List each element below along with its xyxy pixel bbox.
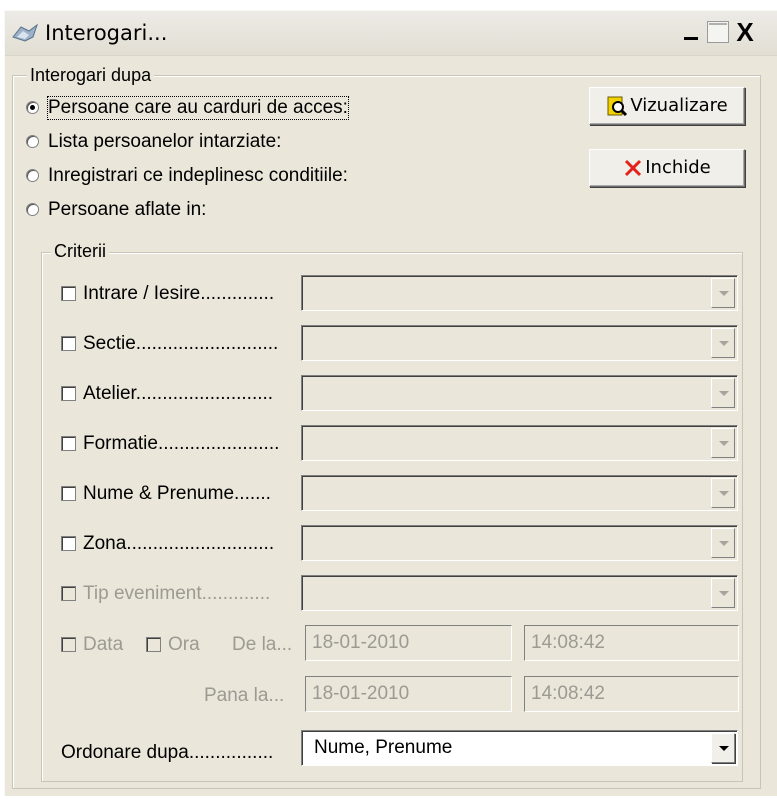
order-by-value: Nume, Prenume [314, 737, 453, 758]
checkbox[interactable] [61, 536, 76, 551]
close-icon [625, 159, 642, 177]
app-icon [12, 23, 38, 42]
checkbox-label: Tip eveniment............. [83, 583, 271, 604]
checkbox-label: Ora [168, 634, 200, 655]
from-time-field: 14:08:42 [524, 625, 739, 661]
preview-icon [607, 96, 628, 117]
checkbox-label: Formatie....................... [83, 433, 280, 454]
to-date-field: 18-01-2010 [305, 676, 512, 712]
minimize-button[interactable] [681, 21, 703, 43]
checkbox[interactable] [61, 336, 76, 351]
chevron-down-icon[interactable] [711, 478, 735, 508]
zone-combo[interactable] [301, 525, 738, 561]
chevron-down-icon[interactable] [711, 278, 735, 308]
to-time-value: 14:08:42 [531, 683, 605, 704]
checkbox-label: Intrare / Iesire.............. [83, 283, 275, 304]
query-dialog: Interogari... X Interogari dupa Persoane… [4, 10, 777, 796]
maximize-button[interactable] [707, 21, 729, 43]
checkbox [61, 586, 76, 601]
checkbox[interactable] [61, 386, 76, 401]
criteria-group-legend: Criterii [51, 241, 109, 262]
section-combo[interactable] [301, 325, 738, 361]
order-by-combo[interactable]: Nume, Prenume [301, 730, 738, 766]
checkbox-label: Nume & Prenume....... [83, 483, 271, 504]
view-button[interactable]: Vizualizare [589, 87, 745, 125]
close-button[interactable]: Inchide [589, 149, 745, 187]
chevron-down-icon[interactable] [711, 528, 735, 558]
radio-label: Persoane aflate in: [48, 199, 207, 220]
from-date-field: 18-01-2010 [305, 625, 512, 661]
checkbox[interactable] [61, 286, 76, 301]
window-title: Interogari... [45, 21, 168, 45]
radio-indicator[interactable] [26, 135, 39, 148]
to-time-field: 14:08:42 [524, 676, 739, 712]
from-date-value: 18-01-2010 [312, 632, 410, 653]
query-group-legend: Interogari dupa [27, 65, 155, 86]
from-label: De la... [232, 634, 293, 655]
close-button-label: Inchide [645, 157, 711, 178]
view-button-label: Vizualizare [630, 95, 728, 116]
chevron-down-icon[interactable] [711, 428, 735, 458]
chevron-down-icon[interactable] [711, 378, 735, 408]
formation-combo[interactable] [301, 425, 738, 461]
entry-exit-combo[interactable] [301, 275, 738, 311]
close-window-button[interactable]: X [732, 19, 758, 45]
radio-label: Lista persoanelor intarziate: [48, 131, 282, 152]
to-label: Pana la... [204, 685, 285, 706]
order-by-label: Ordonare dupa................ [61, 742, 274, 763]
workshop-combo[interactable] [301, 375, 738, 411]
radio-indicator[interactable] [26, 169, 39, 182]
checkbox-label: Zona............................ [83, 533, 275, 554]
chevron-down-icon [711, 578, 735, 608]
chevron-down-icon[interactable] [711, 328, 735, 358]
checkbox[interactable] [61, 436, 76, 451]
radio-label: Inregistrari ce indeplinesc conditiile: [48, 165, 348, 186]
radio-label: Persoane care au carduri de acces: [47, 96, 349, 120]
title-bar[interactable]: Interogari... X [5, 11, 777, 56]
radio-indicator[interactable] [26, 203, 39, 216]
checkbox-label: Data [83, 634, 124, 655]
checkbox[interactable] [61, 486, 76, 501]
name-combo[interactable] [301, 475, 738, 511]
chevron-down-icon[interactable] [711, 733, 735, 763]
checkbox-label: Atelier.......................... [83, 383, 274, 404]
to-date-value: 18-01-2010 [312, 683, 410, 704]
checkbox [61, 637, 76, 652]
checkbox-label: Sectie........................... [83, 333, 279, 354]
checkbox [146, 637, 161, 652]
event-type-combo [301, 575, 738, 611]
radio-indicator[interactable] [26, 101, 39, 114]
from-time-value: 14:08:42 [531, 632, 605, 653]
